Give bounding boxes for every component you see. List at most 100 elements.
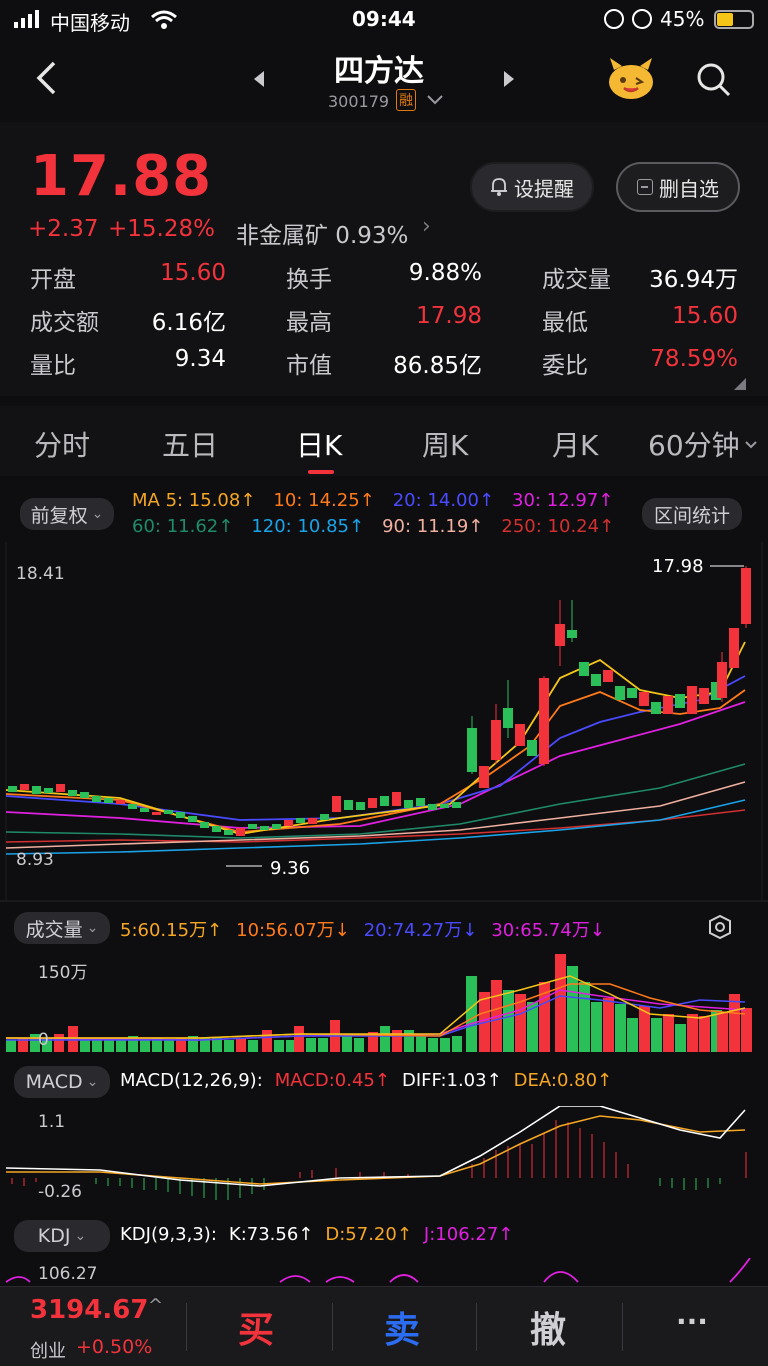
kline-axis-bottom: 8.93 — [16, 850, 54, 870]
ma90-value: 90: 11.19↑ — [382, 516, 484, 537]
kdj-params: KDJ(9,3,3): — [120, 1224, 217, 1245]
last-price: 17.88 — [30, 144, 213, 209]
carrier-label: 中国移动 — [50, 11, 130, 35]
sell-button[interactable]: 卖 — [384, 1301, 420, 1353]
volume-select-label: 成交量 — [25, 918, 83, 941]
vol-ma20: 20:74.27万↓ — [363, 920, 478, 941]
chevron-down-icon: ⌄ — [91, 506, 104, 522]
settings-hex-icon[interactable] — [708, 914, 732, 940]
mascot-icon[interactable] — [606, 56, 656, 102]
chart-area: 前复权 ⌄ MA 5: 15.08↑ 10: 14.25↑ 20: 14.00↑… — [0, 478, 768, 1284]
more-button[interactable]: ··· — [676, 1305, 708, 1338]
remove-watchlist-label: 删自选 — [659, 176, 719, 201]
adjust-select[interactable]: 前复权 ⌄ — [20, 498, 114, 530]
j-line — [5, 1258, 751, 1283]
alarm-icon — [632, 9, 652, 29]
tab-weekly-k[interactable]: 周K — [422, 424, 468, 464]
sector-link[interactable]: 非金属矿 0.93% — [236, 216, 408, 250]
clock: 09:44 — [352, 7, 416, 31]
wifi-icon — [151, 10, 177, 29]
j-value: J:106.27↑ — [423, 1224, 514, 1245]
kline-plot[interactable] — [0, 542, 768, 900]
tab-monthly-k[interactable]: 月K — [552, 424, 598, 464]
ma120-line — [5, 799, 746, 855]
stock-name: 四方达 — [334, 54, 424, 89]
kdj-values-row: KDJ(9,3,3): K:73.56↑ D:57.20↑ J:106.27↑ — [120, 1224, 513, 1245]
ma10-value: 10: 14.25↑ — [273, 490, 375, 511]
kdj-select[interactable]: KDJ ⌄ — [14, 1220, 110, 1252]
chevron-up-icon[interactable]: ^ — [148, 1295, 163, 1316]
macd-select[interactable]: MACD ⌄ — [14, 1066, 110, 1098]
back-icon[interactable] — [34, 60, 60, 96]
quote-panel: 17.88 +2.37 +15.28% 非金属矿 0.93% › 设提醒 删自选… — [0, 122, 768, 396]
macd-select-label: MACD — [25, 1071, 83, 1093]
chevron-down-icon: ⌄ — [86, 920, 99, 936]
prev-stock-icon[interactable] — [252, 70, 266, 88]
price-change-pct: +15.28% — [108, 216, 215, 242]
index-name: 创业 — [30, 1341, 66, 1362]
macd-values-row: MACD(12,26,9): MACD:0.45↑ DIFF:1.03↑ DEA… — [120, 1070, 612, 1091]
k-value: K:73.56↑ — [228, 1224, 314, 1245]
chevron-down-icon: ⌄ — [86, 1074, 99, 1090]
candles — [8, 566, 751, 836]
volume-axis-bottom: 0 — [38, 1030, 49, 1050]
stat-amount: 成交额 6.16亿 — [30, 310, 226, 336]
macd-value: MACD:0.45↑ — [274, 1070, 390, 1091]
tab-intraday[interactable]: 分时 — [34, 424, 90, 464]
kdj-axis-top: 106.27 — [38, 1264, 98, 1284]
range-stats-label: 区间统计 — [653, 504, 730, 527]
stat-low: 最低 15.60 — [542, 303, 738, 336]
kdj-plot[interactable] — [0, 1258, 768, 1286]
vol-ma5: 5:60.15万↑ — [120, 920, 223, 941]
rotation-lock-icon — [604, 9, 624, 29]
bell-icon — [491, 178, 507, 196]
ma5-value: MA 5: 15.08↑ — [132, 490, 256, 511]
index-change: +0.50% — [76, 1336, 153, 1358]
price-change: +2.37 — [28, 216, 99, 242]
tab-daily-k[interactable]: 日K — [296, 424, 342, 464]
dea-value: DEA:0.80↑ — [513, 1070, 613, 1091]
nav-bar: 四方达 300179 融 — [0, 40, 768, 122]
chevron-down-icon[interactable] — [744, 440, 758, 450]
cancel-order-button[interactable]: 撤 — [530, 1301, 566, 1353]
chevron-down-icon[interactable] — [426, 94, 444, 106]
set-alert-button[interactable]: 设提醒 — [470, 162, 594, 212]
stock-code: 300179 — [328, 92, 390, 111]
buy-button[interactable]: 买 — [238, 1301, 274, 1353]
ma60-value: 60: 11.62↑ — [132, 516, 234, 537]
expand-corner-icon[interactable] — [734, 378, 746, 390]
dea-line — [6, 1115, 746, 1185]
minus-square-icon — [637, 179, 653, 195]
ma250-line — [5, 809, 746, 843]
ma-row-1: MA 5: 15.08↑ 10: 14.25↑ 20: 14.00↑ 30: 1… — [132, 490, 613, 511]
volume-axis-top: 150万 — [38, 963, 88, 983]
ma-row-2: 60: 11.62↑ 120: 10.85↑ 90: 11.19↑ 250: 1… — [132, 516, 614, 537]
low-marker: 9.36 — [270, 858, 311, 879]
battery-percent: 45% — [660, 7, 705, 31]
tab-five-day[interactable]: 五日 — [162, 424, 218, 464]
trade-bar: 3194.67 ^ 创业 +0.50% 买 卖 撤 ··· — [0, 1286, 768, 1366]
active-tab-indicator — [308, 470, 334, 474]
volume-select[interactable]: 成交量 ⌄ — [14, 912, 110, 944]
macd-plot[interactable] — [0, 1106, 768, 1206]
range-stats-button[interactable]: 区间统计 — [642, 498, 742, 530]
high-marker: 17.98 — [652, 556, 704, 577]
remove-watchlist-button[interactable]: 删自选 — [616, 162, 740, 212]
stat-volume: 成交量 36.94万 — [542, 267, 738, 293]
stat-high: 最高 17.98 — [286, 303, 482, 336]
battery-icon — [714, 10, 754, 29]
tab-60min[interactable]: 60分钟 — [648, 424, 740, 464]
index-value[interactable]: 3194.67 — [30, 1295, 148, 1325]
macd-params: MACD(12,26,9): — [120, 1070, 263, 1091]
next-stock-icon[interactable] — [502, 70, 516, 88]
vol-ma10: 10:56.07万↓ — [236, 920, 350, 941]
d-value: D:57.20↑ — [325, 1224, 412, 1245]
chevron-down-icon: ⌄ — [74, 1228, 87, 1244]
signal-icon — [14, 10, 39, 28]
ma10-line — [5, 689, 746, 833]
chevron-right-icon: › — [422, 214, 431, 239]
stat-open: 开盘 15.60 — [30, 260, 226, 293]
search-icon[interactable] — [696, 62, 732, 98]
volume-plot[interactable] — [0, 954, 768, 1054]
kdj-select-label: KDJ — [37, 1225, 71, 1247]
